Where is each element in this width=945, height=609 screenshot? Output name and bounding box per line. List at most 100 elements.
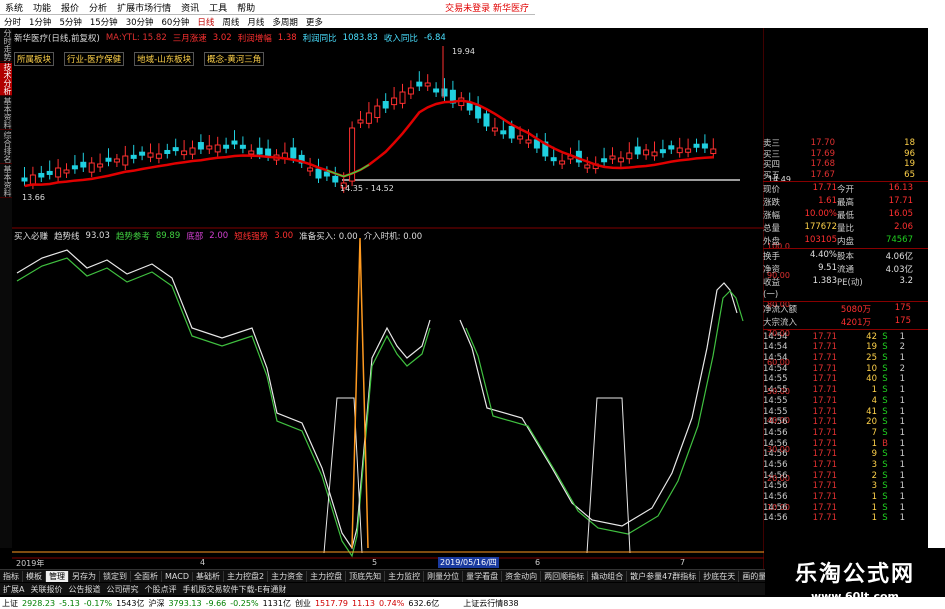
sector-tag[interactable]: 概念-黄河三角 [204, 52, 265, 66]
ext-link[interactable]: 公司研究 [106, 584, 138, 595]
menu-help[interactable]: 帮助 [232, 1, 260, 14]
right-scrollbar[interactable] [928, 28, 945, 548]
menu-ext-market[interactable]: 扩展市场行情 [112, 1, 176, 14]
indicator-tab[interactable]: 散户参量47群指标 [627, 570, 701, 582]
candle-body [71, 165, 78, 170]
candle-body [491, 127, 498, 132]
menu-analysis[interactable]: 分析 [84, 1, 112, 14]
tick-cell: 17.71 [812, 459, 837, 470]
candle-body [525, 139, 532, 144]
indicator-tab[interactable]: 撬动组合 [588, 570, 628, 582]
indicator-tab[interactable]: 顶底先知 [346, 570, 386, 582]
indicator-tab[interactable]: 两回顺指标 [541, 570, 589, 582]
cloud-info[interactable]: 上证云行情838 [463, 598, 518, 609]
menu-news[interactable]: 资讯 [176, 1, 204, 14]
tick-cell: 1 [899, 385, 905, 396]
indicator-name[interactable]: 买入必赚 [14, 230, 48, 242]
tick-cell: S [882, 331, 888, 342]
login-notice[interactable]: 交易未登录 新华医疗 [445, 1, 535, 14]
tick-cell: 1 [899, 470, 905, 481]
divider [763, 301, 928, 303]
period-tab[interactable]: 1分钟 [25, 16, 55, 28]
tick-cell: 17.71 [812, 481, 837, 492]
tick-cell: S [882, 406, 888, 417]
tick-row: 14:55 17.71 4 S 1 [763, 396, 928, 407]
menu-function[interactable]: 功能 [28, 1, 56, 14]
sector-tag[interactable]: 地域-山东板块 [134, 52, 195, 66]
period-tab[interactable]: 日线 [193, 16, 218, 28]
ext-link[interactable]: 个股点评 [144, 584, 176, 595]
period-tab[interactable]: 更多 [302, 16, 327, 28]
tick-cell: 1 [899, 438, 905, 449]
tick-cell: 1 [899, 406, 905, 417]
period-tab[interactable]: 15分钟 [86, 16, 122, 28]
indicator-tab[interactable]: 主力资金 [268, 570, 308, 582]
left-tab-ranking[interactable]: 综合排名 [0, 131, 12, 164]
period-tab[interactable]: 多周期 [268, 16, 302, 28]
menu-tools[interactable]: 工具 [204, 1, 232, 14]
kline-chart[interactable] [12, 28, 764, 569]
period-tab[interactable]: 周线 [218, 16, 243, 28]
indicator-tab[interactable]: 量学看盘 [463, 570, 503, 582]
chart-background [12, 28, 764, 569]
indicator-tab[interactable]: 全面析 [131, 570, 162, 582]
tick-cell: 14:56 [763, 417, 788, 428]
indicator-tab[interactable]: 抄底在天 [700, 570, 740, 582]
candle-body [617, 157, 624, 163]
sector-tag[interactable]: 所属板块 [14, 52, 55, 66]
period-tab[interactable]: 5分钟 [55, 16, 85, 28]
period-tab[interactable]: 月线 [243, 16, 268, 28]
tick-cell: 1 [899, 481, 905, 492]
hs-amount: 1131亿 [262, 598, 291, 608]
left-tab-basic[interactable]: 基本资料 [0, 97, 12, 130]
indicator-tab[interactable]: MACD [162, 571, 193, 581]
quote-stats-2: 换手 4.40% 股本 4.06亿 净资 9.51 流通 4.03亿 收益(一) 1.383 P… [763, 250, 913, 301]
candle-body [172, 147, 179, 152]
period-tab[interactable]: 60分钟 [158, 16, 194, 28]
tick-cell: S [882, 449, 888, 460]
tick-list[interactable]: 14:54 17.71 42 S 1 14:54 17.71 19 S 2 14:54 17.71 25… [763, 331, 928, 524]
indicator-tab[interactable]: 基础析 [193, 570, 224, 582]
tick-cell: S [882, 481, 888, 492]
ext-link[interactable]: 手机版交易软件下载-E有通财 [182, 584, 286, 595]
ext-link[interactable]: 关联报价 [30, 584, 62, 595]
indicator-tab[interactable]: 锁定到 [100, 570, 131, 582]
candle-body [80, 161, 87, 168]
tick-row: 14:56 17.71 7 S 1 [763, 428, 928, 439]
ext-link[interactable]: 扩展A [3, 584, 24, 595]
indicator-tab[interactable]: 主力控盘2 [224, 570, 269, 582]
menu-quote[interactable]: 报价 [56, 1, 84, 14]
tick-row: 14:56 17.71 1 S 1 [763, 492, 928, 503]
candle-body [88, 162, 95, 173]
indicator-tab[interactable]: 刚量分位 [424, 570, 464, 582]
ext-link[interactable]: 公告报道 [68, 584, 100, 595]
candle-body [399, 91, 406, 104]
tick-cell: 17.71 [812, 417, 837, 428]
tick-cell: 1 [899, 374, 905, 385]
candle-body [239, 144, 246, 149]
tick-cell: 14:55 [763, 395, 788, 406]
sh-label: 上证 [2, 598, 18, 608]
indicator-tab[interactable]: 管理 [46, 570, 69, 582]
sh-change: -5.13 [59, 598, 80, 608]
tick-cell: S [882, 395, 888, 406]
candle-body [248, 150, 255, 155]
indicator-tab[interactable]: 另存为 [69, 570, 100, 582]
indicator-tab[interactable]: 主力监控 [385, 570, 425, 582]
sector-tag[interactable]: 行业-医疗保健 [64, 52, 125, 66]
left-tab-technical[interactable]: 技术分析 [0, 63, 12, 96]
status-bar: 上证 2928.23 -5.13 -0.17% 1543亿 沪深 3793.13… [0, 597, 945, 609]
indicator-tab[interactable]: 主力控盘 [307, 570, 347, 582]
menu-system[interactable]: 系统 [0, 1, 28, 14]
low-price-label: 13.66 [22, 193, 45, 202]
left-tab-intraday[interactable]: 分时走势 [0, 29, 12, 62]
indicator-tab[interactable]: 资金动向 [502, 570, 542, 582]
x-label-6: 6 [535, 558, 541, 567]
left-tab-profile[interactable]: 基本资料 [0, 165, 12, 198]
period-tab[interactable]: 30分钟 [122, 16, 158, 28]
indicator-tab[interactable]: 指标 [0, 570, 23, 582]
tick-cell: 1 [899, 427, 905, 438]
tick-cell: 7 [871, 427, 877, 438]
indicator-tab[interactable]: 模板 [23, 570, 46, 582]
period-tab[interactable]: 分时 [0, 16, 25, 28]
